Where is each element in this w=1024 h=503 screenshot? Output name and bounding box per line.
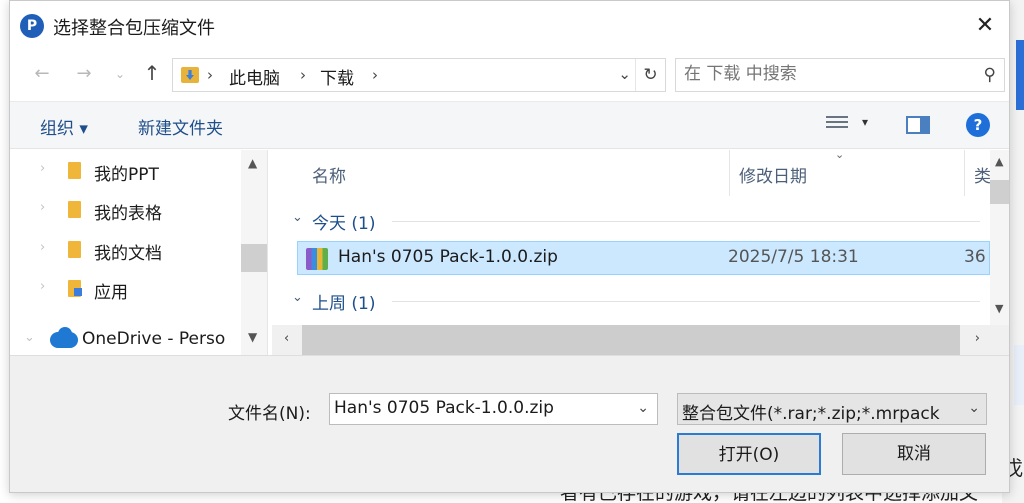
address-bar[interactable]: › 此电脑 › 下载 › ⌄ ↻ — [172, 58, 666, 92]
expand-chevron-icon[interactable]: ⌄ — [24, 330, 35, 345]
filename-label: 文件名(N): — [228, 404, 311, 424]
background-panel — [1014, 345, 1024, 405]
zip-archive-icon — [306, 248, 328, 270]
file-row[interactable]: Han's 0705 Pack-1.0.0.zip 2025/7/5 18:31… — [297, 241, 990, 275]
nav-item-my-ppt[interactable]: › 我的PPT — [10, 155, 240, 187]
file-type-filter-value: 整合包文件(*.rar;*.zip;*.mrpack — [682, 404, 940, 424]
command-toolbar: 组织 ▾ 新建文件夹 ▾ ? — [10, 101, 1009, 149]
scrollbar-thumb[interactable] — [990, 180, 1009, 204]
nav-item-label: OneDrive - Perso — [82, 329, 226, 349]
search-box[interactable]: ⚲ — [675, 58, 1005, 92]
expand-chevron-icon[interactable]: › — [40, 161, 45, 176]
close-button[interactable]: ✕ — [961, 1, 1009, 51]
nav-item-my-sheets[interactable]: › 我的表格 — [10, 194, 240, 226]
navigation-pane: › 我的PPT › 我的表格 › 我的文档 › 应用 ⌄ OneDrive - … — [10, 150, 268, 355]
group-header-today[interactable]: ⌄ 今天 (1) — [272, 206, 990, 236]
column-header-date[interactable]: 修改日期 — [739, 162, 807, 187]
downloads-folder-icon — [181, 67, 199, 83]
chevron-down-icon[interactable]: ⌄ — [637, 400, 649, 416]
scroll-down-icon[interactable]: ▼ — [248, 330, 257, 344]
nav-item-my-documents[interactable]: › 我的文档 — [10, 234, 240, 266]
file-modified-date: 2025/7/5 18:31 — [728, 247, 859, 267]
app-icon: P — [20, 14, 44, 38]
scroll-left-icon[interactable]: ‹ — [284, 331, 289, 346]
new-folder-button[interactable]: 新建文件夹 — [138, 114, 223, 139]
view-dropdown-icon[interactable]: ▾ — [862, 115, 868, 129]
onedrive-cloud-icon — [50, 327, 78, 348]
scroll-up-icon[interactable]: ▲ — [995, 155, 1003, 168]
organize-menu-button[interactable]: 组织 ▾ — [40, 114, 88, 139]
scroll-down-icon[interactable]: ▼ — [995, 302, 1003, 315]
sort-chevron-icon: ⌄ — [835, 148, 845, 161]
nav-item-label: 我的文档 — [94, 244, 162, 264]
filename-combobox[interactable]: ⌄ — [329, 393, 658, 425]
group-label: 上周 (1) — [312, 294, 376, 314]
scroll-right-icon[interactable]: › — [975, 331, 980, 346]
cancel-button[interactable]: 取消 — [842, 433, 986, 475]
breadcrumb-this-pc[interactable]: 此电脑 — [229, 64, 280, 89]
filename-input[interactable] — [334, 398, 624, 418]
group-label: 今天 (1) — [312, 214, 376, 234]
view-options-icon[interactable] — [826, 116, 848, 134]
recent-locations-chevron-icon[interactable]: ⌄ — [106, 67, 134, 81]
collapse-chevron-icon[interactable]: ⌄ — [292, 210, 303, 225]
navigation-row: ← → ⌄ ↑ › 此电脑 › 下载 › ⌄ ↻ ⚲ — [10, 51, 1009, 99]
forward-arrow-icon[interactable]: → — [70, 63, 98, 84]
open-button[interactable]: 打开(O) — [677, 433, 821, 475]
nav-item-onedrive[interactable]: ⌄ OneDrive - Perso — [10, 324, 240, 356]
folder-icon — [68, 162, 81, 179]
breadcrumb-separator-icon[interactable]: › — [207, 66, 213, 84]
file-type-truncated: 36 — [964, 247, 986, 267]
column-divider[interactable] — [964, 150, 965, 196]
chevron-down-icon[interactable]: ⌄ — [965, 400, 980, 416]
bottom-panel: 文件名(N): ⌄ 整合包文件(*.rar;*.zip;*.mrpack ⌄ 打… — [10, 355, 1009, 492]
title-bar: P 选择整合包压缩文件 ✕ — [10, 1, 1009, 51]
help-icon[interactable]: ? — [966, 113, 990, 137]
column-header-name[interactable]: 名称 — [312, 162, 346, 187]
expand-chevron-icon[interactable]: › — [40, 200, 45, 215]
background-accent — [1016, 40, 1024, 110]
file-list-vertical-scrollbar[interactable]: ▲ ▼ — [990, 150, 1009, 325]
nav-item-label: 应用 — [94, 283, 128, 303]
file-type-filter-select[interactable]: 整合包文件(*.rar;*.zip;*.mrpack ⌄ — [677, 393, 987, 425]
collapse-chevron-icon[interactable]: ⌄ — [292, 290, 303, 305]
refresh-icon[interactable]: ↻ — [635, 59, 665, 91]
folder-icon — [68, 201, 81, 218]
search-icon[interactable]: ⚲ — [984, 65, 996, 85]
nav-pane-scrollbar[interactable]: ▲ ▼ — [241, 150, 267, 355]
preview-pane-icon[interactable] — [906, 116, 930, 134]
breadcrumb-downloads[interactable]: 下载 — [320, 64, 354, 89]
file-list-horizontal-scrollbar[interactable]: ‹ › — [272, 325, 990, 355]
up-arrow-icon[interactable]: ↑ — [138, 61, 166, 85]
column-divider[interactable] — [729, 150, 730, 196]
nav-item-label: 我的表格 — [94, 204, 162, 224]
search-input[interactable] — [684, 64, 964, 84]
file-name: Han's 0705 Pack-1.0.0.zip — [338, 247, 558, 267]
folder-icon — [68, 241, 81, 258]
dialog-title: 选择整合包压缩文件 — [53, 18, 215, 39]
column-header-row: 名称 ⌄ 修改日期 类型 — [272, 148, 1008, 196]
scrollbar-thumb[interactable] — [241, 244, 267, 272]
nav-item-label: 我的PPT — [94, 165, 159, 185]
file-list: 名称 ⌄ 修改日期 类型 ⌄ 今天 (1) Han's 0705 Pack-1.… — [272, 148, 1008, 325]
breadcrumb-separator-icon[interactable]: › — [300, 66, 306, 84]
group-header-last-week[interactable]: ⌄ 上周 (1) — [272, 286, 990, 316]
expand-chevron-icon[interactable]: › — [40, 240, 45, 255]
group-divider — [392, 221, 980, 222]
back-arrow-icon[interactable]: ← — [28, 63, 56, 84]
file-open-dialog: P 选择整合包压缩文件 ✕ ← → ⌄ ↑ › 此电脑 › 下载 › ⌄ ↻ ⚲… — [9, 0, 1010, 493]
group-divider — [392, 301, 980, 302]
scrollbar-thumb[interactable] — [302, 325, 960, 355]
nav-item-apps[interactable]: › 应用 — [10, 273, 240, 305]
scrollbar-corner — [990, 325, 1009, 355]
address-dropdown-icon[interactable]: ⌄ — [618, 65, 631, 83]
apps-folder-icon — [68, 280, 82, 297]
breadcrumb-separator-icon[interactable]: › — [372, 66, 378, 84]
scroll-up-icon[interactable]: ▲ — [248, 156, 257, 170]
expand-chevron-icon[interactable]: › — [40, 279, 45, 294]
